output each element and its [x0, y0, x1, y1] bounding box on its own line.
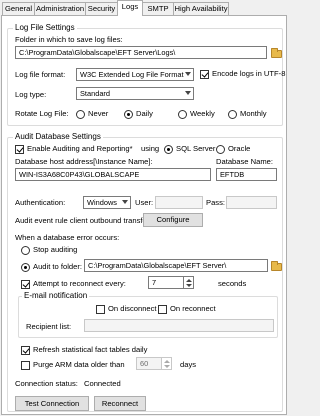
chevron-down-icon	[185, 91, 191, 95]
tab-smtp[interactable]: SMTP	[142, 2, 174, 15]
oracle-label: Oracle	[228, 144, 251, 153]
rotate-daily-label: Daily	[136, 109, 153, 118]
log-folder-label: Folder in which to save log files:	[15, 35, 123, 44]
rotate-never-label: Never	[88, 109, 109, 118]
rotate-daily-radio[interactable]	[124, 110, 133, 119]
authentication-label: Authentication:	[15, 198, 66, 207]
purge-days-stepper[interactable]	[162, 357, 172, 370]
tab-general[interactable]: General	[2, 2, 35, 15]
encode-utf8-checkbox[interactable]	[200, 70, 209, 79]
stop-auditing-radio[interactable]	[21, 246, 30, 255]
rotate-log-label: Rotate Log File:	[15, 109, 69, 118]
configure-button[interactable]: Configure	[143, 213, 203, 227]
on-reconnect-checkbox[interactable]	[158, 305, 167, 314]
db-name-input[interactable]: EFTDB	[216, 168, 277, 181]
arrow-up-icon	[186, 279, 192, 282]
reconnect-button[interactable]: Reconnect	[94, 396, 146, 411]
authentication-value: Windows	[87, 198, 117, 207]
tab-logs[interactable]: Logs	[117, 0, 143, 16]
connection-status-value: Connected	[84, 379, 121, 388]
on-disconnect-label: On disconnect	[108, 304, 157, 313]
refresh-fact-tables-label: Refresh statistical fact tables daily	[33, 345, 148, 354]
user-input[interactable]	[155, 196, 203, 209]
audit-to-folder-radio[interactable]	[21, 263, 30, 272]
reconnect-seconds-input[interactable]: 7	[148, 276, 184, 289]
email-notification-title: E-mail notification	[22, 291, 90, 300]
sql-server-radio[interactable]	[164, 145, 173, 154]
reconnect-checkbox[interactable]	[21, 280, 30, 289]
authentication-select[interactable]: Windows	[83, 196, 131, 209]
log-folder-input[interactable]: C:\ProgramData\Globalscape\EFT Server\Lo…	[15, 46, 267, 59]
rotate-monthly-label: Monthly	[240, 109, 267, 118]
audit-database-title: Audit Database Settings	[13, 132, 103, 141]
on-reconnect-label: On reconnect	[170, 304, 216, 313]
purge-days-input[interactable]: 60	[136, 357, 162, 370]
tab-security[interactable]: Security	[85, 2, 118, 15]
oracle-radio[interactable]	[216, 145, 225, 154]
rotate-never-radio[interactable]	[76, 110, 85, 119]
log-type-label: Log type:	[15, 90, 47, 99]
rotate-monthly-radio[interactable]	[228, 110, 237, 119]
chevron-down-icon	[185, 72, 191, 76]
tab-bar: General Administration Security Logs SMT…	[0, 0, 288, 16]
pass-input[interactable]	[226, 196, 277, 209]
refresh-fact-tables-checkbox[interactable]	[21, 346, 30, 355]
audit-folder-browse-icon[interactable]	[271, 261, 282, 271]
using-label: using	[141, 144, 160, 153]
pass-label: Pass:	[206, 198, 225, 207]
log-type-value: Standard	[80, 89, 110, 98]
user-label: User:	[135, 198, 154, 207]
rotate-weekly-label: Weekly	[190, 109, 215, 118]
log-file-settings-title: Log File Settings	[13, 23, 77, 32]
sql-server-label: SQL Server	[176, 144, 216, 153]
arrow-down-icon	[164, 365, 170, 368]
arrow-up-icon	[164, 360, 170, 363]
encode-utf8-label: Encode logs in UTF-8	[212, 69, 286, 78]
log-format-label: Log file format:	[15, 70, 66, 79]
enable-auditing-checkbox[interactable]	[15, 145, 24, 154]
days-label: days	[180, 360, 197, 369]
arrow-down-icon	[186, 284, 192, 287]
seconds-label: seconds	[218, 279, 247, 288]
stop-auditing-label: Stop auditing	[33, 245, 78, 254]
db-error-label: When a database error occurs:	[15, 233, 120, 242]
reconnect-stepper[interactable]	[184, 276, 194, 289]
purge-arm-checkbox[interactable]	[21, 361, 30, 370]
connection-status-label: Connection status:	[15, 379, 78, 388]
reconnect-label: Attempt to reconnect every:	[33, 279, 126, 288]
tab-administration[interactable]: Administration	[34, 2, 86, 15]
enable-auditing-label: Enable Auditing and Reporting*	[27, 144, 133, 153]
log-folder-browse-icon[interactable]	[271, 48, 282, 58]
recipient-list-input[interactable]	[84, 319, 274, 332]
chevron-down-icon	[122, 200, 128, 204]
db-host-input[interactable]: WIN-IS3A68C0P43\GLOBALSCAPE	[15, 168, 211, 181]
test-connection-button[interactable]: Test Connection	[15, 396, 89, 411]
log-format-value: W3C Extended Log File Format	[80, 70, 184, 79]
recipient-list-label: Recipient list:	[26, 322, 72, 331]
db-name-label: Database Name:	[216, 157, 273, 166]
db-host-label: Database host address[\Instance Name]:	[15, 157, 153, 166]
on-disconnect-checkbox[interactable]	[96, 305, 105, 314]
outbound-transfer-label: Audit event rule client outbound transfe…	[15, 216, 152, 225]
audit-to-folder-label: Audit to folder:	[33, 262, 82, 271]
tab-high-availability[interactable]: High Availability	[173, 2, 229, 15]
audit-folder-input[interactable]: C:\ProgramData\Globalscape\EFT Server\	[84, 259, 268, 272]
purge-arm-label: Purge ARM data older than	[33, 360, 125, 369]
rotate-weekly-radio[interactable]	[178, 110, 187, 119]
log-type-select[interactable]: Standard	[76, 87, 194, 100]
log-format-select[interactable]: W3C Extended Log File Format	[76, 68, 194, 81]
